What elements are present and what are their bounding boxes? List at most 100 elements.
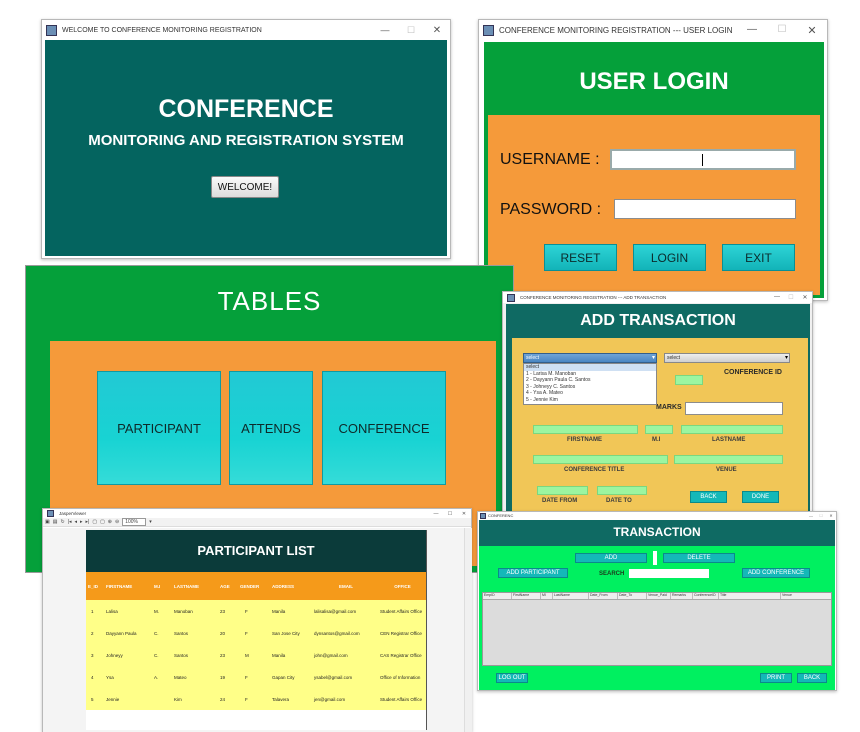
maximize-icon[interactable]: ☐ (816, 513, 826, 518)
password-input[interactable] (614, 199, 796, 219)
add-participant-button[interactable]: ADD PARTICIPANT (498, 568, 568, 578)
conference-title-field[interactable] (533, 455, 668, 464)
search-input[interactable] (629, 569, 709, 578)
close-icon[interactable]: ✕ (424, 25, 450, 36)
mi-field[interactable] (645, 425, 673, 434)
previous-page-icon[interactable]: ◂ (74, 519, 77, 525)
table-cell: Student Affairs Office (380, 696, 423, 702)
first-page-icon[interactable]: |◂ (68, 519, 72, 525)
save-icon[interactable]: ▣ (45, 519, 50, 525)
table-cell: Santos (174, 652, 189, 658)
done-button[interactable]: DONE (742, 491, 779, 503)
login-panel: USERNAME : PASSWORD : RESET LOGIN EXIT (488, 115, 820, 295)
column-header[interactable]: MI (541, 593, 553, 599)
close-icon[interactable]: ✕ (798, 294, 812, 301)
table-cell: M. (154, 608, 159, 614)
conference-id-field[interactable] (675, 375, 703, 385)
table-cell: Manila (272, 652, 286, 658)
table-cell: Manoban (174, 608, 193, 614)
participant-table-button[interactable]: PARTICIPANT (97, 371, 221, 485)
table-cell: john@gmail.com (314, 652, 348, 658)
last-page-icon[interactable]: ▸| (86, 519, 90, 525)
column-header[interactable]: Venue (781, 593, 831, 599)
actual-size-icon[interactable]: ▢ (92, 519, 97, 525)
print-icon[interactable]: ▤ (53, 519, 58, 525)
search-label: SEARCH (599, 571, 625, 577)
maximize-icon[interactable]: ☐ (443, 511, 457, 517)
welcome-button[interactable]: WELCOME! (211, 176, 279, 198)
column-header: ADDRESS (272, 583, 295, 589)
table-cell: A. (154, 674, 159, 680)
report-header: PARTICIPANT LIST (86, 530, 426, 572)
close-icon[interactable]: ✕ (797, 24, 827, 37)
username-label: USERNAME : (500, 151, 600, 168)
reload-icon[interactable]: ↻ (60, 519, 64, 525)
exit-button[interactable]: EXIT (722, 244, 795, 271)
report-scrollbar[interactable] (464, 528, 472, 732)
login-button[interactable]: LOGIN (633, 244, 706, 271)
transaction-table[interactable]: EmpID FirstName MI LastName Date_From Da… (482, 592, 832, 666)
zoom-select[interactable]: 100% (122, 518, 147, 526)
column-header[interactable]: Date_From (589, 593, 618, 599)
add-button[interactable]: ADD (575, 553, 647, 563)
back-button[interactable]: BACK (690, 491, 727, 503)
reset-button[interactable]: RESET (544, 244, 617, 271)
minimize-icon[interactable]: — (372, 25, 398, 36)
table-cell (153, 688, 173, 710)
column-header[interactable]: FirstName (512, 593, 541, 599)
lastname-field[interactable] (681, 425, 783, 434)
table-row: 1 Lalisa M. Manoban 23 F Manila lalisali… (86, 600, 426, 622)
venue-field[interactable] (674, 455, 783, 464)
fit-page-icon[interactable]: ▢ (100, 519, 105, 525)
table-cell: dynsantos@gmail.com (314, 630, 360, 636)
zoom-in-icon[interactable]: ⊕ (108, 519, 112, 525)
remarks-label: MARKS (656, 404, 682, 411)
date-from-field[interactable] (537, 486, 588, 495)
conference-id-label: CONFERENCE ID (724, 369, 782, 376)
chevron-down-icon[interactable]: ▾ (149, 519, 152, 525)
add-conference-button[interactable]: ADD CONFERENCE (742, 568, 810, 578)
attends-table-button[interactable]: ATTENDS (229, 371, 313, 485)
close-icon[interactable]: ✕ (457, 511, 471, 517)
add-delete-separator (653, 551, 657, 565)
column-header[interactable]: LastName (553, 593, 589, 599)
app-heading: CONFERENCE (158, 95, 334, 123)
close-icon[interactable]: ✕ (826, 513, 836, 518)
dropdown-option[interactable]: 5 - Jennie Kim (524, 397, 656, 404)
column-header[interactable]: Date_To (618, 593, 647, 599)
maximize-icon[interactable]: ☐ (767, 24, 797, 37)
minimize-icon[interactable]: — (737, 24, 767, 37)
next-page-icon[interactable]: ▸ (80, 519, 83, 525)
column-header[interactable]: Remarks (671, 593, 693, 599)
column-header[interactable]: EmpID (483, 593, 512, 599)
zoom-out-icon[interactable]: ⊖ (115, 519, 119, 525)
delete-button[interactable]: DELETE (663, 553, 735, 563)
maximize-icon[interactable]: ☐ (398, 25, 424, 36)
column-header[interactable]: ConferenceID (693, 593, 719, 599)
column-header[interactable]: Title (719, 593, 781, 599)
table-cell: M (245, 652, 249, 658)
java-app-icon (46, 24, 57, 36)
print-button[interactable]: PRINT (760, 673, 792, 683)
table-cell: F (245, 674, 248, 680)
remarks-input[interactable] (685, 402, 783, 415)
welcome-window: WELCOME TO CONFERENCE MONITORING REGISTR… (41, 19, 451, 259)
column-header[interactable]: Venue_Paid (647, 593, 671, 599)
minimize-icon[interactable]: — (806, 513, 816, 518)
table-cell: CEN Registrar Office (380, 630, 422, 636)
conference-select[interactable]: select ▾ (664, 353, 790, 363)
minimize-icon[interactable]: — (770, 294, 784, 301)
logout-button[interactable]: LOG OUT (496, 673, 528, 683)
table-cell: Dayyann Paula (106, 630, 137, 636)
venue-label: VENUE (716, 467, 737, 473)
conference-table-button[interactable]: CONFERENCE (322, 371, 446, 485)
participant-select[interactable]: select ▾ (523, 353, 657, 363)
back-button[interactable]: BACK (797, 673, 827, 683)
maximize-icon[interactable]: ☐ (784, 294, 798, 301)
transaction-window: CONFERENC — ☐ ✕ TRANSACTION ADD DELETE A… (477, 511, 837, 691)
participant-dropdown-list: select 1 - Larisa M. Manoban 2 - Dayyann… (523, 363, 657, 405)
firstname-field[interactable] (533, 425, 638, 434)
minimize-icon[interactable]: — (429, 511, 443, 517)
username-input[interactable] (610, 149, 796, 170)
date-to-field[interactable] (597, 486, 647, 495)
